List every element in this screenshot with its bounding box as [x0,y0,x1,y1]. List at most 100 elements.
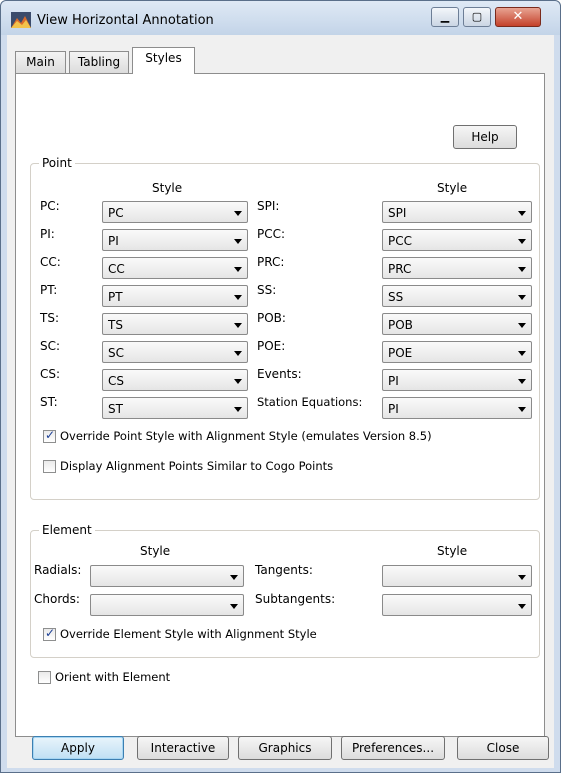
chevron-down-icon [518,239,526,244]
help-button[interactable]: Help [453,125,517,149]
prc-label: PRC: [257,255,285,269]
close-window-button[interactable]: ✕ [495,7,541,27]
chevron-down-icon [230,575,238,580]
pob-style-select[interactable]: POB [382,313,532,335]
ss-style-select[interactable]: SS [382,285,532,307]
spi-style-value: SPI [388,206,407,220]
point-style-header-right: Style [437,181,468,195]
cc-style-select[interactable]: CC [102,257,248,279]
cs-style-value: CS [108,374,124,388]
override-element-style-checkbox[interactable]: ✓ [43,626,56,641]
poe-style-select[interactable]: POE [382,341,532,363]
maximize-button[interactable]: ▢ [463,7,491,27]
cs-style-select[interactable]: CS [102,369,248,391]
chords-label: Chords: [34,592,80,606]
orient-with-element-checkbox[interactable] [38,671,51,684]
chords-style-select[interactable] [90,594,244,616]
chevron-down-icon [518,407,526,412]
override-point-style-checkbox[interactable]: ✓ [43,428,56,443]
chevron-down-icon [234,407,242,412]
prc-style-value: PRC [388,262,412,276]
chevron-down-icon [518,211,526,216]
pi-style-select[interactable]: PI [102,229,248,251]
pc-style-value: PC [108,206,124,220]
tab-main[interactable]: Main [15,51,66,73]
chevron-down-icon [518,295,526,300]
events-style-value: PI [388,374,399,388]
checkmark-icon: ✓ [45,626,56,640]
element-style-header-right: Style [437,544,468,558]
window-title: View Horizontal Annotation [37,13,214,28]
point-style-header-left: Style [152,181,183,195]
prc-style-select[interactable]: PRC [382,257,532,279]
preferences-button[interactable]: Preferences... [341,736,445,760]
chevron-down-icon [234,295,242,300]
close-button[interactable]: Close [457,736,549,760]
chevron-down-icon [518,267,526,272]
station-equations-style-value: PI [388,402,399,416]
pc-style-select[interactable]: PC [102,201,248,223]
app-icon [11,12,31,28]
ss-style-value: SS [388,290,404,304]
subtangents-label: Subtangents: [255,592,336,606]
override-point-style-label: Override Point Style with Alignment Styl… [60,429,432,443]
station-equations-label: Station Equations: [257,395,363,409]
element-legend: Element [39,523,95,537]
spi-label: SPI: [257,199,280,213]
dialog-window: View Horizontal Annotation ▁ ▢ ✕ Main Ta… [0,0,561,773]
chevron-down-icon [518,575,526,580]
ss-label: SS: [257,283,277,297]
apply-button[interactable]: Apply [32,736,124,760]
pcc-style-value: PCC [388,234,412,248]
subtangents-style-select[interactable] [382,594,532,616]
poe-style-value: POE [388,346,413,360]
poe-label: POE: [257,339,286,353]
pcc-style-select[interactable]: PCC [382,229,532,251]
tab-tabling[interactable]: Tabling [69,51,129,73]
point-group: Point Style Style PC: PC PI: PI CC: CC P… [30,156,540,500]
events-label: Events: [257,367,302,381]
minimize-button[interactable]: ▁ [431,7,459,27]
dialog-client: Main Tabling Styles Help Point Style Sty… [7,35,554,768]
station-equations-style-select[interactable]: PI [382,397,532,419]
chevron-down-icon [234,211,242,216]
tangents-style-select[interactable] [382,565,532,587]
chevron-down-icon [234,323,242,328]
radials-style-select[interactable] [90,565,244,587]
graphics-button[interactable]: Graphics [238,736,332,760]
st-label: ST: [40,395,58,409]
orient-with-element-label: Orient with Element [55,670,171,684]
point-legend: Point [39,156,75,170]
events-style-select[interactable]: PI [382,369,532,391]
chevron-down-icon [230,604,238,609]
pi-style-value: PI [108,234,119,248]
title-bar[interactable]: View Horizontal Annotation ▁ ▢ ✕ [1,1,560,35]
spi-style-select[interactable]: SPI [382,201,532,223]
tangents-label: Tangents: [255,563,313,577]
chevron-down-icon [518,379,526,384]
element-style-header-left: Style [140,544,171,558]
close-icon: ✕ [512,9,524,24]
styles-panel: Help Point Style Style PC: PC PI: PI CC: [15,73,545,737]
pt-style-select[interactable]: PT [102,285,248,307]
tab-styles[interactable]: Styles [132,47,195,74]
element-group: Element Style Style Radials: Chords: Tan… [30,523,540,658]
pob-label: POB: [257,311,286,325]
st-style-select[interactable]: ST [102,397,248,419]
radials-label: Radials: [34,563,82,577]
sc-style-select[interactable]: SC [102,341,248,363]
chevron-down-icon [234,379,242,384]
sc-label: SC: [40,339,61,353]
ts-style-value: TS [108,318,123,332]
chevron-down-icon [234,351,242,356]
st-style-value: ST [108,402,123,416]
pi-label: PI: [40,227,55,241]
ts-style-select[interactable]: TS [102,313,248,335]
display-cogo-points-checkbox[interactable] [43,460,56,473]
chevron-down-icon [518,351,526,356]
pc-label: PC: [40,199,60,213]
display-cogo-points-label: Display Alignment Points Similar to Cogo… [60,459,334,473]
sc-style-value: SC [108,346,124,360]
interactive-button[interactable]: Interactive [137,736,229,760]
pob-style-value: POB [388,318,413,332]
